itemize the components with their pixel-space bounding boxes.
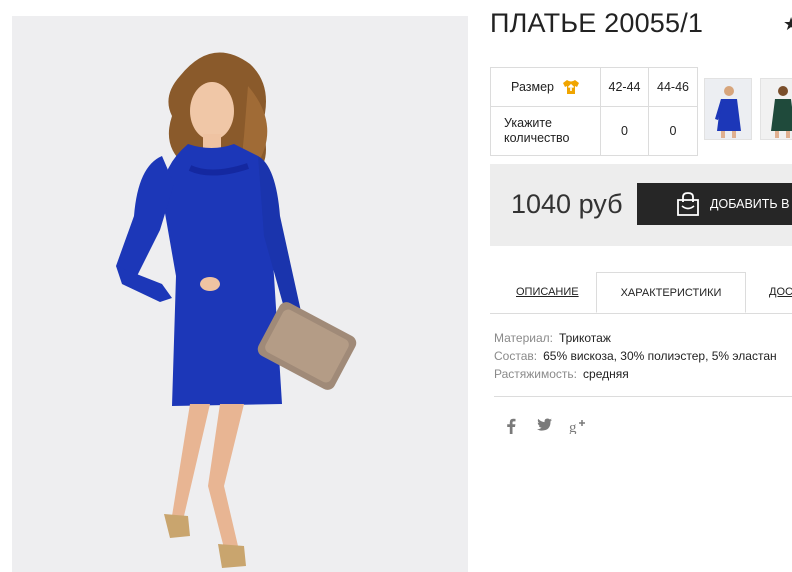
size-row: Размер 42-44 44-46: [490, 67, 698, 107]
quantity-input[interactable]: 0: [648, 106, 698, 156]
spec-label: Растяжимость:: [494, 367, 578, 381]
size-label-cell: Размер: [490, 67, 601, 107]
spec-value: Трикотаж: [558, 331, 611, 345]
add-to-cart-label: ДОБАВИТЬ В ЗА: [710, 197, 792, 211]
tab-delivery[interactable]: ДОС: [769, 272, 792, 313]
thumbnail-green[interactable]: [760, 78, 792, 140]
spec-value: средняя: [583, 367, 629, 381]
thumbnail-blue[interactable]: [704, 78, 752, 140]
product-price: 1040 руб: [511, 189, 623, 219]
add-to-cart-button[interactable]: ДОБАВИТЬ В ЗА: [637, 183, 792, 225]
divider: [494, 396, 792, 397]
spec-row: Материал: Трикотаж: [494, 329, 777, 347]
spec-value: 65% вискоза, 30% полиэстер, 5% эластан: [543, 349, 777, 363]
tab-description[interactable]: ОПИСАНИЕ: [516, 272, 579, 313]
tab-characteristics[interactable]: ХАРАКТЕРИСТИКИ: [596, 272, 746, 313]
product-main-image[interactable]: [12, 16, 468, 572]
size-chart-icon[interactable]: [562, 79, 580, 95]
shopping-bag-icon: [676, 192, 700, 216]
google-plus-icon[interactable]: g: [569, 418, 587, 434]
size-option: 42-44: [600, 67, 649, 107]
spec-row: Состав: 65% вискоза, 30% полиэстер, 5% эл…: [494, 347, 777, 365]
quantity-row: Укажите количество 0 0: [490, 106, 698, 156]
twitter-icon[interactable]: [537, 418, 552, 431]
spec-row: Растяжимость: средняя: [494, 365, 777, 383]
product-tabs: ОПИСАНИЕ ХАРАКТЕРИСТИКИ ДОС: [490, 272, 792, 314]
size-label: Размер: [511, 80, 554, 94]
svg-text:g: g: [569, 420, 577, 434]
product-title: ПЛАТЬЕ 20055/1: [490, 8, 704, 38]
star-icon[interactable]: ★: [783, 14, 792, 35]
spec-label: Состав:: [494, 349, 538, 363]
size-quantity-table: Размер 42-44 44-46 Укажите количество 0 …: [490, 67, 698, 156]
quantity-input[interactable]: 0: [600, 106, 649, 156]
quantity-label-line1: Укажите: [504, 116, 552, 130]
size-option: 44-46: [648, 67, 698, 107]
facebook-icon[interactable]: [506, 418, 516, 434]
characteristics-list: Материал: Трикотаж Состав: 65% вискоза, 30…: [494, 329, 777, 383]
buy-box: 1040 руб ДОБАВИТЬ В ЗА: [490, 164, 792, 246]
spec-label: Материал:: [494, 331, 553, 345]
quantity-label-line2: количество: [504, 131, 570, 145]
quantity-label: Укажите количество: [490, 106, 601, 156]
